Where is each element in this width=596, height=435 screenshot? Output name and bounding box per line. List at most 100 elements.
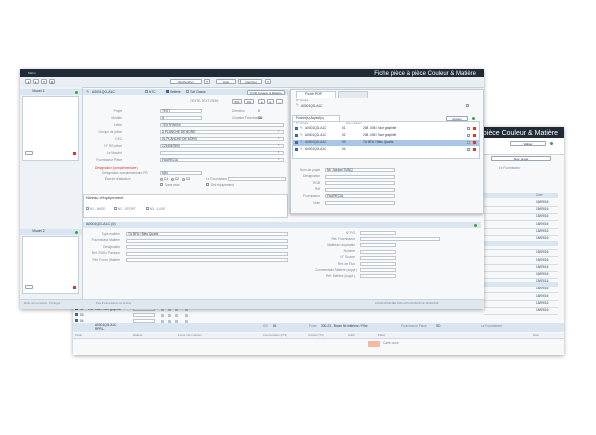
print-dropdown-icon[interactable]: ▾ bbox=[265, 79, 271, 84]
row-code: 03 bbox=[80, 312, 84, 317]
back-date: 15/09/16 bbox=[536, 272, 549, 276]
ntc-checkbox[interactable] bbox=[145, 90, 148, 93]
state-radio[interactable] bbox=[160, 177, 163, 181]
popup-item-checkbox[interactable] bbox=[295, 127, 298, 130]
back-date: 15/09/16 bbox=[536, 257, 549, 262]
search-dropdown-icon[interactable]: ▾ bbox=[204, 79, 210, 84]
form-field[interactable] bbox=[160, 158, 284, 162]
piece-right-label: Matériau recyclable bbox=[327, 243, 355, 247]
delete-icon[interactable] bbox=[473, 134, 476, 137]
form-value: TEST bbox=[162, 108, 171, 113]
num1-field[interactable]: 061 bbox=[232, 99, 242, 104]
row-checkbox[interactable] bbox=[75, 319, 78, 322]
profile-button[interactable]: Profil Couleur & Matière bbox=[247, 89, 285, 95]
piece-right-input[interactable] bbox=[360, 262, 396, 266]
popup-list-title: Pochet(s) Aspect(s) bbox=[296, 115, 324, 120]
piece-field-input[interactable] bbox=[126, 251, 288, 256]
next-button[interactable]: ▸ bbox=[267, 99, 274, 104]
designation-label: Désignation complémentaire PR bbox=[102, 171, 148, 175]
main-window-title: Fiche pièce à pièce Couleur & Matière bbox=[374, 70, 476, 77]
add-visual2-icon[interactable] bbox=[75, 230, 78, 234]
toit-checkbox[interactable] bbox=[186, 90, 189, 93]
piece-right-input[interactable] bbox=[360, 268, 396, 273]
row-select[interactable] bbox=[133, 313, 155, 317]
sellerie-checkbox[interactable] bbox=[166, 90, 169, 93]
form-field[interactable] bbox=[160, 116, 202, 120]
popup-item-icon: ✎ bbox=[300, 146, 303, 151]
popup-tab2[interactable] bbox=[338, 91, 368, 98]
state-radio[interactable] bbox=[182, 177, 185, 181]
delete-icon[interactable] bbox=[473, 127, 476, 130]
piece-right-input[interactable] bbox=[360, 231, 396, 235]
list-button[interactable]: Liste bbox=[216, 79, 236, 84]
visual2-zoom-button[interactable] bbox=[25, 285, 33, 289]
row-icon[interactable] bbox=[168, 313, 171, 317]
visual2-delete-icon[interactable] bbox=[73, 286, 76, 289]
back-arrow-icon[interactable]: ◂ bbox=[25, 79, 31, 84]
back-validate-button[interactable]: Valider bbox=[510, 141, 546, 146]
popup-ref-checkbox[interactable] bbox=[466, 104, 469, 107]
more-button[interactable]: ⋯ bbox=[276, 99, 283, 104]
piece-field-input[interactable] bbox=[126, 245, 288, 249]
popup-item-checkbox[interactable] bbox=[295, 141, 298, 144]
back-date: 15/09/16 bbox=[536, 214, 549, 219]
state-radio[interactable] bbox=[171, 177, 174, 181]
popup-field-input[interactable] bbox=[325, 187, 395, 192]
popup-item-checkbox[interactable] bbox=[295, 134, 298, 137]
fournisseur-field[interactable] bbox=[228, 177, 286, 181]
popup-item-select[interactable] bbox=[467, 134, 470, 137]
add-visual1-icon[interactable] bbox=[75, 90, 78, 94]
group-role: Le Fournisseur bbox=[481, 324, 503, 328]
next-project-button[interactable]: Suiv. projet bbox=[491, 156, 551, 161]
level-title: Niveau d'équipement bbox=[86, 195, 124, 200]
popup-item-select[interactable] bbox=[467, 141, 470, 144]
prev-button[interactable]: ◂ bbox=[258, 99, 265, 104]
form-label: Le Marché bbox=[106, 150, 122, 155]
delete-icon[interactable] bbox=[473, 141, 476, 144]
row-checkbox[interactable] bbox=[75, 313, 78, 316]
main-window: Métro Fiche pièce à pièce Couleur & Mati… bbox=[20, 69, 484, 309]
popup-item-select[interactable] bbox=[467, 127, 470, 130]
piece-field-input[interactable] bbox=[126, 258, 288, 262]
level-sport-label: N2 - SPORT bbox=[118, 206, 136, 211]
level-luxe-checkbox[interactable] bbox=[146, 207, 149, 210]
row-icon[interactable] bbox=[185, 313, 188, 317]
popup-field-input[interactable] bbox=[325, 201, 395, 205]
visual1-delete-icon[interactable] bbox=[73, 152, 76, 155]
popup-ref: A0001QG-A1C bbox=[301, 103, 323, 108]
popup-field-label: Réf bbox=[315, 187, 320, 192]
piece-add-icon[interactable] bbox=[474, 223, 477, 227]
forward-arrow-icon[interactable]: ▸ bbox=[33, 79, 39, 84]
num2-field[interactable]: 161 bbox=[244, 99, 254, 104]
popup-add-button[interactable]: Ajouter bbox=[446, 116, 468, 121]
state-option-label: C1 bbox=[164, 177, 169, 181]
piece-right-input[interactable] bbox=[360, 274, 396, 279]
back-col-header: Tarde bbox=[75, 333, 82, 337]
visual1-zoom-button[interactable] bbox=[25, 151, 33, 155]
menu-icon[interactable]: ▤ bbox=[49, 79, 55, 84]
level-sport-checkbox[interactable] bbox=[114, 207, 117, 210]
piece-right-input[interactable] bbox=[360, 255, 396, 260]
print-button[interactable]: Imprimer bbox=[240, 79, 262, 84]
level-base-checkbox[interactable] bbox=[86, 207, 89, 210]
form-label: Lettre bbox=[113, 122, 122, 127]
delete-icon[interactable] bbox=[473, 148, 476, 151]
refresh-icon[interactable]: ⟲ bbox=[41, 79, 47, 84]
row-icon[interactable] bbox=[175, 313, 178, 317]
back-date: 15/09/16 bbox=[536, 308, 549, 312]
form-field[interactable] bbox=[160, 151, 284, 155]
piece-right-input[interactable] bbox=[360, 237, 440, 242]
popup-field-input[interactable] bbox=[325, 174, 395, 179]
row-icon[interactable] bbox=[161, 313, 164, 317]
popup-item-select[interactable] bbox=[467, 148, 470, 151]
popup-field-input[interactable] bbox=[325, 181, 395, 186]
sell-equip-label: Sell équipement bbox=[211, 182, 234, 187]
search-button[interactable]: Rechercher bbox=[170, 79, 202, 84]
piece-right-input[interactable] bbox=[360, 243, 396, 248]
sans-esse-checkbox[interactable] bbox=[160, 183, 163, 186]
piece-right-input[interactable] bbox=[360, 249, 396, 254]
sell-equip-checkbox[interactable] bbox=[206, 183, 209, 186]
piece-field-input[interactable] bbox=[126, 238, 288, 243]
back-date: 15/09/16 bbox=[536, 250, 549, 255]
popup-item-checkbox[interactable] bbox=[295, 148, 298, 151]
